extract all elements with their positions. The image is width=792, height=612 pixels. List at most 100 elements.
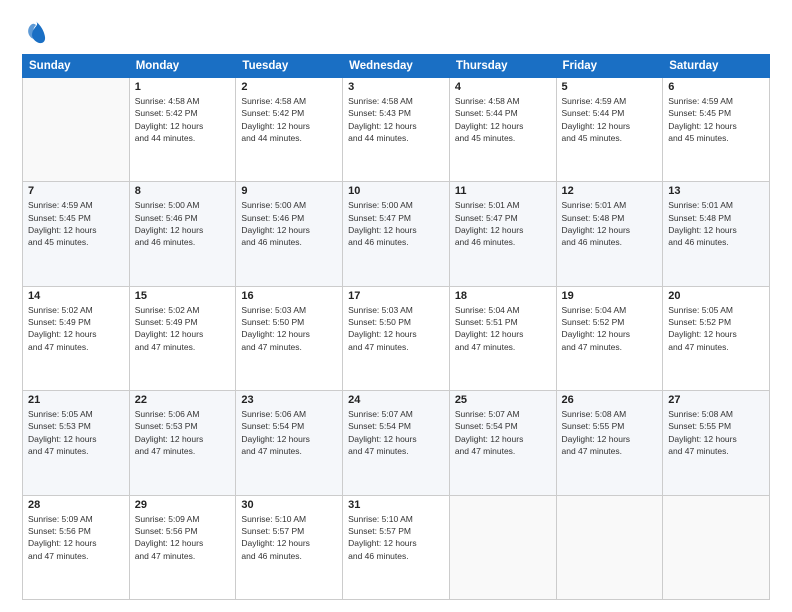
day-info: Sunrise: 5:07 AMSunset: 5:54 PMDaylight:…	[455, 408, 551, 457]
day-number: 17	[348, 290, 444, 302]
day-info: Sunrise: 4:58 AMSunset: 5:44 PMDaylight:…	[455, 95, 551, 144]
day-number: 2	[241, 81, 337, 93]
day-number: 10	[348, 185, 444, 197]
weekday-header-thursday: Thursday	[449, 55, 556, 78]
calendar-cell: 20 Sunrise: 5:05 AMSunset: 5:52 PMDayligh…	[663, 286, 770, 390]
weekday-header-monday: Monday	[129, 55, 236, 78]
day-info: Sunrise: 5:04 AMSunset: 5:51 PMDaylight:…	[455, 304, 551, 353]
calendar-cell: 19 Sunrise: 5:04 AMSunset: 5:52 PMDayligh…	[556, 286, 663, 390]
calendar-week-row: 14 Sunrise: 5:02 AMSunset: 5:49 PMDayligh…	[23, 286, 770, 390]
day-number: 21	[28, 394, 124, 406]
calendar-cell: 22 Sunrise: 5:06 AMSunset: 5:53 PMDayligh…	[129, 391, 236, 495]
calendar-cell: 25Sunrise: 5:07 AMSunset: 5:54 PMDayligh…	[449, 391, 556, 495]
day-info: Sunrise: 5:06 AMSunset: 5:54 PMDaylight:…	[241, 408, 337, 457]
day-number: 14	[28, 290, 124, 302]
day-info: Sunrise: 5:10 AMSunset: 5:57 PMDaylight:…	[241, 513, 337, 562]
day-info: Sunrise: 5:02 AMSunset: 5:49 PMDaylight:…	[135, 304, 231, 353]
day-info: Sunrise: 5:06 AMSunset: 5:53 PMDaylight:…	[135, 408, 231, 457]
calendar-cell: 21 Sunrise: 5:05 AMSunset: 5:53 PMDayligh…	[23, 391, 130, 495]
calendar-cell: 4 Sunrise: 4:58 AMSunset: 5:44 PMDaylight…	[449, 78, 556, 182]
day-number: 27	[668, 394, 764, 406]
calendar-cell	[556, 495, 663, 599]
day-number: 26	[562, 394, 658, 406]
calendar-cell: 31 Sunrise: 5:10 AMSunset: 5:57 PMDayligh…	[343, 495, 450, 599]
calendar-cell: 5 Sunrise: 4:59 AMSunset: 5:44 PMDaylight…	[556, 78, 663, 182]
page: SundayMondayTuesdayWednesdayThursdayFrid…	[0, 0, 792, 612]
calendar-week-row: 1 Sunrise: 4:58 AMSunset: 5:42 PMDaylight…	[23, 78, 770, 182]
day-info: Sunrise: 5:00 AMSunset: 5:46 PMDaylight:…	[135, 199, 231, 248]
calendar-cell: 1 Sunrise: 4:58 AMSunset: 5:42 PMDaylight…	[129, 78, 236, 182]
weekday-header-tuesday: Tuesday	[236, 55, 343, 78]
calendar-cell	[449, 495, 556, 599]
day-number: 4	[455, 81, 551, 93]
calendar-week-row: 7Sunrise: 4:59 AMSunset: 5:45 PMDaylight…	[23, 182, 770, 286]
day-number: 12	[562, 185, 658, 197]
calendar-week-row: 28 Sunrise: 5:09 AMSunset: 5:56 PMDayligh…	[23, 495, 770, 599]
day-number: 9	[241, 185, 337, 197]
day-info: Sunrise: 5:04 AMSunset: 5:52 PMDaylight:…	[562, 304, 658, 353]
day-info: Sunrise: 5:08 AMSunset: 5:55 PMDaylight:…	[562, 408, 658, 457]
day-number: 18	[455, 290, 551, 302]
calendar-cell: 11 Sunrise: 5:01 AMSunset: 5:47 PMDayligh…	[449, 182, 556, 286]
day-info: Sunrise: 4:58 AMSunset: 5:42 PMDaylight:…	[135, 95, 231, 144]
calendar-cell: 8 Sunrise: 5:00 AMSunset: 5:46 PMDaylight…	[129, 182, 236, 286]
day-number: 13	[668, 185, 764, 197]
calendar-cell: 18 Sunrise: 5:04 AMSunset: 5:51 PMDayligh…	[449, 286, 556, 390]
day-info: Sunrise: 5:03 AMSunset: 5:50 PMDaylight:…	[241, 304, 337, 353]
day-info: Sunrise: 5:10 AMSunset: 5:57 PMDaylight:…	[348, 513, 444, 562]
calendar-cell: 15 Sunrise: 5:02 AMSunset: 5:49 PMDayligh…	[129, 286, 236, 390]
day-info: Sunrise: 4:59 AMSunset: 5:44 PMDaylight:…	[562, 95, 658, 144]
day-info: Sunrise: 5:03 AMSunset: 5:50 PMDaylight:…	[348, 304, 444, 353]
calendar-cell: 24 Sunrise: 5:07 AMSunset: 5:54 PMDayligh…	[343, 391, 450, 495]
weekday-header-row: SundayMondayTuesdayWednesdayThursdayFrid…	[23, 55, 770, 78]
day-number: 30	[241, 499, 337, 511]
calendar-week-row: 21 Sunrise: 5:05 AMSunset: 5:53 PMDayligh…	[23, 391, 770, 495]
day-number: 19	[562, 290, 658, 302]
day-info: Sunrise: 5:05 AMSunset: 5:52 PMDaylight:…	[668, 304, 764, 353]
logo	[22, 18, 54, 46]
day-number: 24	[348, 394, 444, 406]
calendar-cell: 29Sunrise: 5:09 AMSunset: 5:56 PMDayligh…	[129, 495, 236, 599]
day-number: 20	[668, 290, 764, 302]
day-number: 1	[135, 81, 231, 93]
day-number: 6	[668, 81, 764, 93]
day-number: 31	[348, 499, 444, 511]
calendar-cell: 26 Sunrise: 5:08 AMSunset: 5:55 PMDayligh…	[556, 391, 663, 495]
weekday-header-saturday: Saturday	[663, 55, 770, 78]
day-info: Sunrise: 5:01 AMSunset: 5:48 PMDaylight:…	[562, 199, 658, 248]
day-info: Sunrise: 5:09 AMSunset: 5:56 PMDaylight:…	[135, 513, 231, 562]
day-number: 22	[135, 394, 231, 406]
day-info: Sunrise: 5:09 AMSunset: 5:56 PMDaylight:…	[28, 513, 124, 562]
calendar-cell: 17 Sunrise: 5:03 AMSunset: 5:50 PMDayligh…	[343, 286, 450, 390]
day-info: Sunrise: 4:58 AMSunset: 5:42 PMDaylight:…	[241, 95, 337, 144]
day-info: Sunrise: 4:59 AMSunset: 5:45 PMDaylight:…	[668, 95, 764, 144]
calendar-cell: 23 Sunrise: 5:06 AMSunset: 5:54 PMDayligh…	[236, 391, 343, 495]
day-number: 5	[562, 81, 658, 93]
day-number: 16	[241, 290, 337, 302]
weekday-header-wednesday: Wednesday	[343, 55, 450, 78]
calendar-cell: 28 Sunrise: 5:09 AMSunset: 5:56 PMDayligh…	[23, 495, 130, 599]
day-info: Sunrise: 5:05 AMSunset: 5:53 PMDaylight:…	[28, 408, 124, 457]
calendar-cell: 27 Sunrise: 5:08 AMSunset: 5:55 PMDayligh…	[663, 391, 770, 495]
day-info: Sunrise: 5:01 AMSunset: 5:47 PMDaylight:…	[455, 199, 551, 248]
day-info: Sunrise: 4:59 AMSunset: 5:45 PMDaylight:…	[28, 199, 124, 248]
day-info: Sunrise: 5:00 AMSunset: 5:47 PMDaylight:…	[348, 199, 444, 248]
calendar-cell: 16 Sunrise: 5:03 AMSunset: 5:50 PMDayligh…	[236, 286, 343, 390]
logo-icon	[22, 18, 50, 46]
calendar-cell	[23, 78, 130, 182]
calendar-cell	[663, 495, 770, 599]
day-info: Sunrise: 5:08 AMSunset: 5:55 PMDaylight:…	[668, 408, 764, 457]
calendar-cell: 9Sunrise: 5:00 AMSunset: 5:46 PMDaylight…	[236, 182, 343, 286]
day-number: 23	[241, 394, 337, 406]
calendar-cell: 2 Sunrise: 4:58 AMSunset: 5:42 PMDaylight…	[236, 78, 343, 182]
header	[22, 18, 770, 46]
day-number: 8	[135, 185, 231, 197]
day-number: 3	[348, 81, 444, 93]
day-info: Sunrise: 5:01 AMSunset: 5:48 PMDaylight:…	[668, 199, 764, 248]
day-number: 28	[28, 499, 124, 511]
day-number: 15	[135, 290, 231, 302]
weekday-header-friday: Friday	[556, 55, 663, 78]
day-info: Sunrise: 5:07 AMSunset: 5:54 PMDaylight:…	[348, 408, 444, 457]
day-number: 11	[455, 185, 551, 197]
day-info: Sunrise: 4:58 AMSunset: 5:43 PMDaylight:…	[348, 95, 444, 144]
